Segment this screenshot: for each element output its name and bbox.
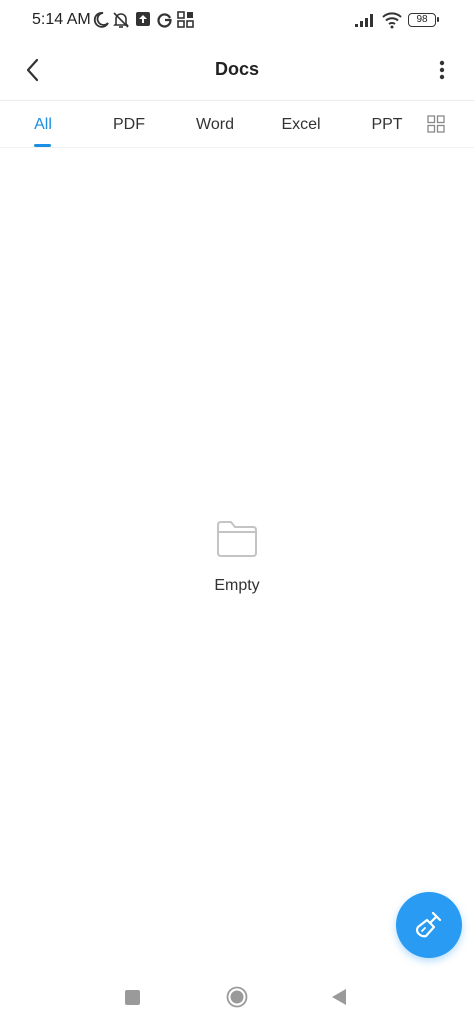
google-icon <box>156 11 173 33</box>
grid-view-icon <box>427 115 445 133</box>
broom-icon <box>415 911 442 938</box>
file-type-tabs: All PDF Word Excel PPT <box>0 101 474 147</box>
back-icon[interactable] <box>331 988 347 1006</box>
tab-word[interactable]: Word <box>196 116 234 134</box>
tab-all[interactable]: All <box>34 116 52 134</box>
app-grid-icon <box>177 11 194 33</box>
status-time: 5:14 AM <box>32 11 91 28</box>
wifi-icon <box>381 11 403 34</box>
app-bar: Docs <box>0 42 474 100</box>
folder-icon <box>215 519 259 559</box>
page-title: Docs <box>214 59 259 79</box>
bell-off-icon <box>112 11 130 34</box>
home-icon[interactable] <box>226 986 248 1008</box>
more-vertical-icon <box>439 60 445 80</box>
empty-state-label: Empty <box>214 577 260 594</box>
more-options-button[interactable] <box>428 54 456 86</box>
system-nav-bar <box>0 970 474 1026</box>
clean-fab-button[interactable] <box>396 892 462 958</box>
moon-icon <box>92 11 110 34</box>
tab-ppt[interactable]: PPT <box>371 116 402 134</box>
recents-icon[interactable] <box>125 990 140 1005</box>
tab-excel[interactable]: Excel <box>281 116 320 134</box>
tabs-divider <box>0 147 474 148</box>
status-bar: 5:14 AM 98 <box>0 0 474 42</box>
upload-icon <box>135 11 151 32</box>
tab-pdf[interactable]: PDF <box>113 116 145 134</box>
grid-view-button[interactable] <box>427 115 445 133</box>
battery-icon: 98 <box>408 13 439 27</box>
signal-icon <box>354 12 376 33</box>
